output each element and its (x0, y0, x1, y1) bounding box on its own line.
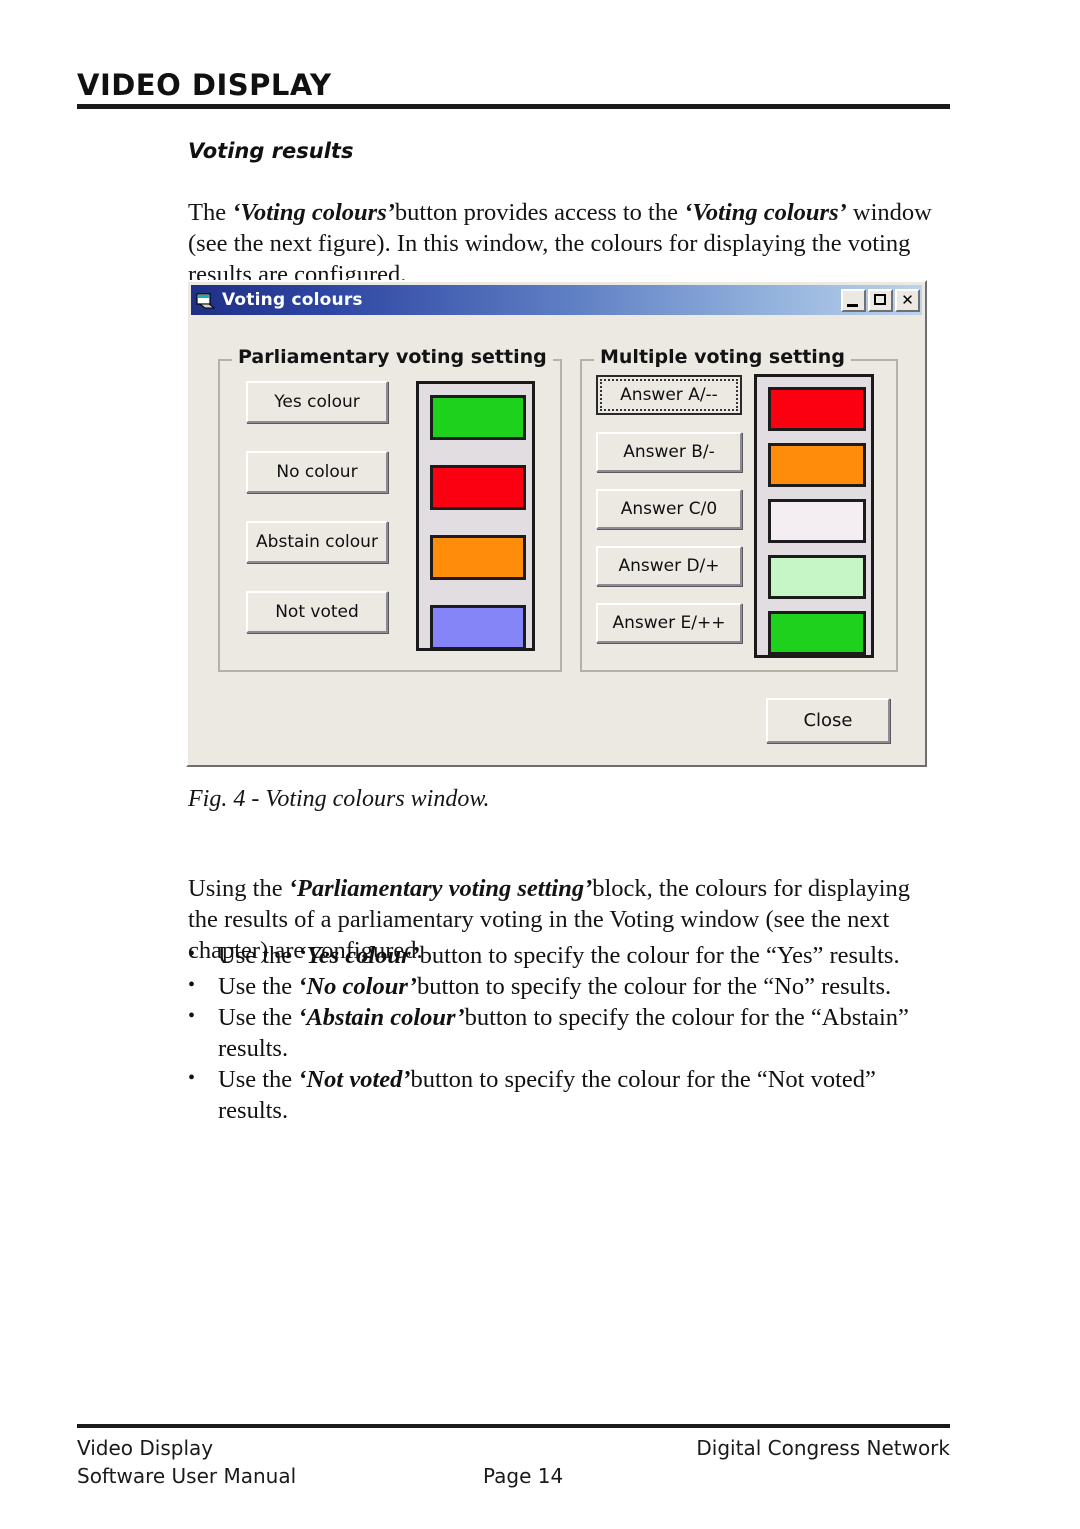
bullet-pre-3: Use the (218, 1066, 299, 1093)
no-colour-swatch[interactable] (430, 465, 526, 510)
bullet-emphasis-1: ‘No colour’ (298, 973, 417, 1000)
answer-d-button-label: Answer D/+ (618, 556, 720, 576)
parliamentary-swatch-panel (416, 381, 535, 651)
figure-caption: Fig. 4 - Voting colours window. (188, 786, 490, 812)
multiple-swatch-panel (754, 374, 874, 658)
bullet-emphasis-3: ‘Not voted’ (298, 1066, 411, 1093)
usage-text-1: Using the (188, 874, 289, 902)
answer-b-swatch[interactable] (768, 443, 866, 487)
answer-c-button-label: Answer C/0 (620, 499, 718, 519)
answer-a-button[interactable]: Answer A/-- (596, 375, 742, 415)
answer-e-button[interactable]: Answer E/++ (596, 603, 742, 643)
page-title: VIDEO DISPLAY (77, 68, 332, 102)
intro-emphasis-2: ‘Voting colours’ (684, 198, 847, 226)
usage-bullet-list: Use the ‘Yes colour’button to specify th… (180, 939, 950, 1126)
list-item: Use the ‘Not voted’button to specify the… (180, 1063, 950, 1126)
yes-colour-swatch[interactable] (430, 395, 526, 440)
bullet-pre-1: Use the (218, 973, 299, 1000)
close-icon[interactable]: ✕ (895, 288, 920, 312)
no-colour-button-label: No colour (276, 462, 358, 482)
answer-a-swatch[interactable] (768, 387, 866, 431)
group-parliamentary-voting-setting: Parliamentary voting setting Yes colour … (218, 346, 562, 672)
intro-text-1: The (188, 198, 233, 226)
bullet-emphasis-2: ‘Abstain colour’ (298, 1004, 465, 1031)
dialog-title: Voting colours (222, 290, 363, 310)
footer-document-name: Software User Manual (77, 1464, 297, 1488)
answer-d-button[interactable]: Answer D/+ (596, 546, 742, 586)
list-item: Use the ‘No colour’button to specify the… (180, 970, 950, 1002)
bullet-post-1: button to specify the colour for the “No… (416, 973, 892, 1000)
usage-emphasis-1: ‘Parliamentary voting setting’ (288, 874, 593, 902)
footer-page-number: Page 14 (483, 1464, 564, 1488)
intro-paragraph: The ‘Voting colours’button provides acce… (188, 197, 940, 290)
group-parliamentary-title: Parliamentary voting setting (232, 346, 553, 368)
not-voted-button[interactable]: Not voted (246, 591, 388, 633)
intro-emphasis-1: ‘Voting colours’ (232, 198, 395, 226)
heading-divider (77, 104, 950, 109)
abstain-colour-button[interactable]: Abstain colour (246, 521, 388, 563)
answer-e-swatch[interactable] (768, 611, 866, 655)
abstain-colour-button-label: Abstain colour (256, 532, 378, 552)
answer-c-button[interactable]: Answer C/0 (596, 489, 742, 529)
not-voted-button-label: Not voted (275, 602, 359, 622)
close-button[interactable]: Close (766, 698, 890, 743)
footer-divider (77, 1424, 950, 1428)
answer-c-swatch[interactable] (768, 499, 866, 543)
intro-text-2: button provides access to the (394, 198, 685, 226)
yes-colour-button[interactable]: Yes colour (246, 381, 388, 423)
no-colour-button[interactable]: No colour (246, 451, 388, 493)
bullet-emphasis-0: ‘Yes colour’ (298, 942, 420, 969)
list-item: Use the ‘Abstain colour’button to specif… (180, 1001, 950, 1064)
minimize-icon[interactable] (841, 288, 866, 312)
not-voted-swatch[interactable] (430, 605, 526, 650)
maximize-icon[interactable] (868, 288, 893, 312)
bullet-post-0: button to specify the colour for the “Ye… (419, 942, 900, 969)
answer-d-swatch[interactable] (768, 555, 866, 599)
list-item: Use the ‘Yes colour’button to specify th… (180, 939, 950, 971)
voting-colours-dialog: Voting colours ✕ Parliamentary voting se… (186, 280, 927, 767)
answer-a-button-label: Answer A/-- (620, 385, 718, 405)
window-controls: ✕ (841, 288, 920, 312)
answer-e-button-label: Answer E/++ (612, 613, 726, 633)
yes-colour-button-label: Yes colour (274, 392, 360, 412)
group-multiple-title: Multiple voting setting (594, 346, 851, 368)
section-subheading: Voting results (188, 139, 354, 163)
answer-b-button-label: Answer B/- (623, 442, 715, 462)
application-window-icon (196, 292, 216, 309)
abstain-colour-swatch[interactable] (430, 535, 526, 580)
group-multiple-voting-setting: Multiple voting setting Answer A/-- Answ… (580, 346, 898, 672)
page-footer: Video Display Digital Congress Network S… (77, 1434, 950, 1498)
footer-section-name: Video Display (77, 1436, 214, 1460)
footer-product-name: Digital Congress Network (696, 1436, 950, 1460)
answer-b-button[interactable]: Answer B/- (596, 432, 742, 472)
dialog-titlebar[interactable]: Voting colours ✕ (191, 285, 922, 315)
close-button-label: Close (803, 710, 853, 731)
bullet-pre-0: Use the (218, 942, 299, 969)
bullet-pre-2: Use the (218, 1004, 299, 1031)
